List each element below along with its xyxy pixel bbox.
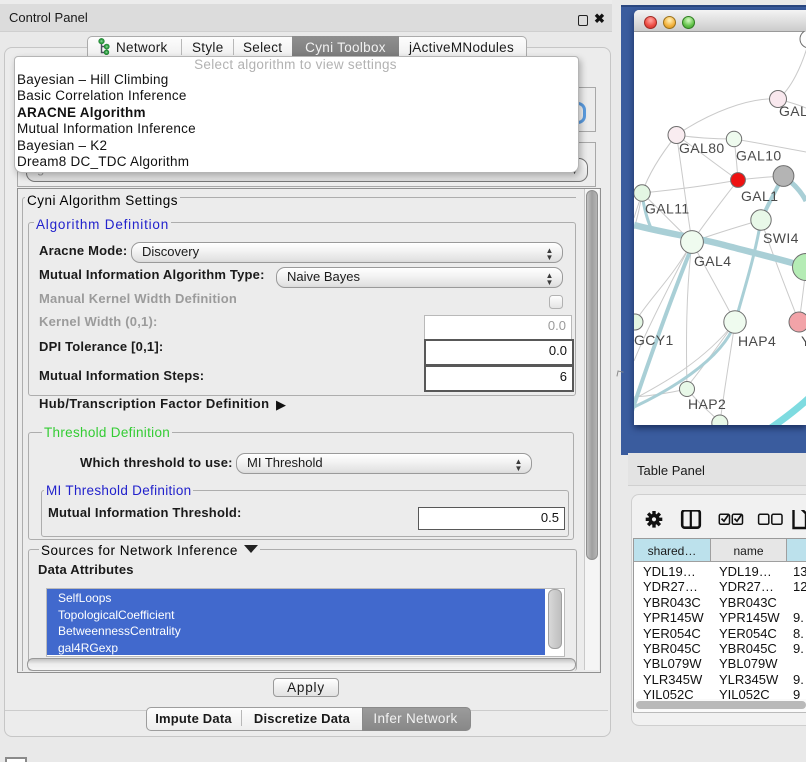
svg-text:GCY1: GCY1	[634, 332, 674, 348]
svg-text:GAL80: GAL80	[679, 140, 725, 156]
svg-text:Y: Y	[801, 333, 806, 349]
svg-text:GAL: GAL	[779, 103, 806, 119]
svg-text:GAL10: GAL10	[736, 148, 782, 164]
svg-text:GAL4: GAL4	[694, 253, 731, 269]
svg-text:HAP2: HAP2	[688, 396, 726, 412]
svg-text:GAL1: GAL1	[741, 188, 778, 204]
svg-text:GAL11: GAL11	[645, 201, 690, 217]
svg-text:SWI4: SWI4	[763, 230, 799, 246]
svg-text:HAP4: HAP4	[738, 333, 776, 349]
